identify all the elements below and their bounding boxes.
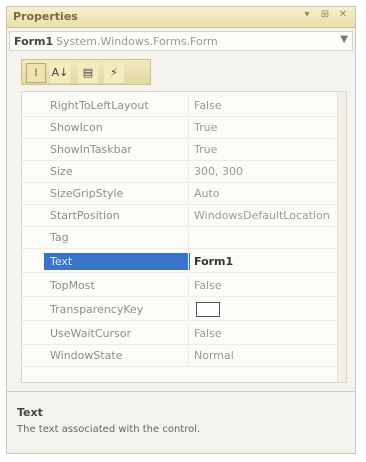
property-value[interactable]: 300, 300 <box>194 165 354 178</box>
properties-icon[interactable]: ▤ <box>78 63 98 83</box>
events-icon[interactable]: ⚡ <box>104 63 124 83</box>
window-title: Properties <box>13 10 78 23</box>
property-value[interactable]: WindowsDefaultLocation <box>194 209 354 222</box>
property-row[interactable]: SizeGripStyle Auto <box>22 184 346 205</box>
property-row[interactable]: RightToLeftLayout False <box>22 96 346 117</box>
description-title: Text <box>17 406 43 419</box>
categorized-icon[interactable]: ⁞ <box>26 63 46 83</box>
object-type: System.Windows.Forms.Form <box>56 35 218 48</box>
transparency-key-swatch[interactable] <box>196 302 220 317</box>
property-name: ShowIcon <box>50 121 103 134</box>
property-name: TransparencyKey <box>50 303 144 316</box>
property-name: ShowInTaskbar <box>50 143 132 156</box>
property-name: SizeGripStyle <box>50 187 124 200</box>
property-name: TopMost <box>50 279 95 292</box>
description-pane: Text The text associated with the contro… <box>7 391 355 453</box>
property-name: Size <box>50 165 73 178</box>
property-value[interactable]: True <box>194 121 354 134</box>
property-row[interactable]: UseWaitCursor False <box>22 324 346 345</box>
property-row[interactable]: ShowIcon True <box>22 118 346 139</box>
property-row[interactable]: Size 300, 300 <box>22 162 346 183</box>
property-value[interactable]: Form1 <box>194 255 354 268</box>
scrollbar[interactable] <box>337 92 346 382</box>
object-name: Form1 <box>14 35 54 48</box>
property-value[interactable]: False <box>194 327 354 340</box>
property-grid: RightToLeftLayout False ShowIcon True Sh… <box>21 91 347 383</box>
property-name: Tag <box>50 231 69 244</box>
description-text: The text associated with the control. <box>17 424 201 435</box>
alphabetical-icon[interactable]: A↓ <box>50 63 70 83</box>
object-selector[interactable]: Form1 System.Windows.Forms.Form ▼ <box>9 31 353 51</box>
property-row[interactable]: WindowState Normal <box>22 346 346 367</box>
property-value[interactable]: Auto <box>194 187 354 200</box>
property-name: WindowState <box>50 349 123 362</box>
property-row[interactable]: StartPosition WindowsDefaultLocation <box>22 206 346 227</box>
title-controls: ▾ ⊞ ✕ <box>301 9 349 21</box>
property-value[interactable]: False <box>194 279 354 292</box>
property-name: UseWaitCursor <box>50 327 131 340</box>
property-row[interactable]: TransparencyKey <box>22 300 346 321</box>
property-row[interactable]: Tag <box>22 228 346 249</box>
property-row-selected[interactable]: Text Form1 <box>22 252 346 273</box>
chevron-down-icon[interactable]: ▼ <box>340 34 348 45</box>
properties-toolbar: ⁞ A↓ ▤ ⚡ <box>21 59 151 85</box>
property-value[interactable]: Normal <box>194 349 354 362</box>
title-bar: Properties ▾ ⊞ ✕ <box>7 7 355 28</box>
property-name: RightToLeftLayout <box>50 99 149 112</box>
pin-icon[interactable]: ▾ <box>301 9 313 21</box>
autohide-icon[interactable]: ⊞ <box>319 9 331 21</box>
property-row[interactable]: TopMost False <box>22 276 346 297</box>
property-row[interactable]: ShowInTaskbar True <box>22 140 346 161</box>
property-name: Text <box>50 255 73 268</box>
property-value[interactable]: False <box>194 99 354 112</box>
properties-panel: Properties ▾ ⊞ ✕ Form1 System.Windows.Fo… <box>6 6 356 454</box>
close-icon[interactable]: ✕ <box>337 9 349 21</box>
property-value[interactable]: True <box>194 143 354 156</box>
property-name: StartPosition <box>50 209 120 222</box>
